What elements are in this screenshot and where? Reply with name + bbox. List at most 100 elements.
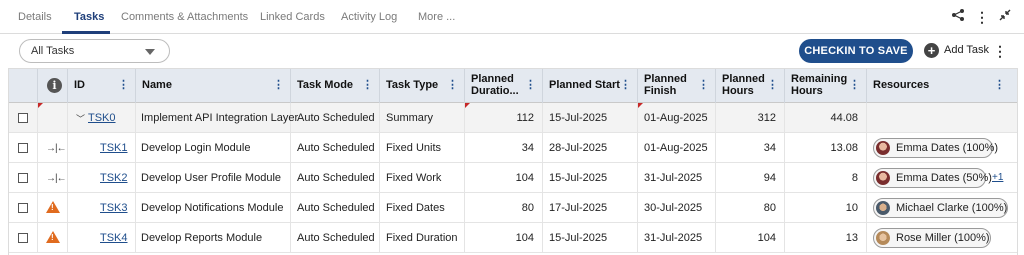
column-header-remaining-hours[interactable]: Remaining Hours ⋮ xyxy=(785,69,867,103)
flag-marker xyxy=(638,103,643,108)
planned-duration: 104 xyxy=(515,232,534,244)
row-checkbox[interactable] xyxy=(18,203,28,213)
column-header-planned-duration[interactable]: Planned Duratio... ⋮ xyxy=(465,69,543,103)
column-menu-icon[interactable]: ⋮ xyxy=(525,78,536,91)
column-menu-icon[interactable]: ⋮ xyxy=(273,78,284,91)
collapse-icon[interactable] xyxy=(996,8,1014,26)
task-id-link[interactable]: TSK4 xyxy=(100,232,128,244)
column-menu-icon[interactable]: ⋮ xyxy=(849,78,860,91)
avatar xyxy=(876,141,890,155)
column-header-planned-hours[interactable]: Planned Hours ⋮ xyxy=(716,69,785,103)
warning-icon[interactable]: ! xyxy=(46,201,60,213)
remaining-hours: 10 xyxy=(845,202,858,214)
task-type: Fixed Units xyxy=(386,142,442,154)
chevron-down-icon xyxy=(145,49,155,55)
tab-linked-cards[interactable]: Linked Cards xyxy=(260,11,325,23)
table-row[interactable]: →|← TSK1 Develop Login Module Auto Sched… xyxy=(9,133,1017,163)
task-id-link[interactable]: TSK3 xyxy=(100,202,128,214)
tab-activity-log[interactable]: Activity Log xyxy=(341,11,397,23)
column-header-planned-finish[interactable]: Planned Finish ⋮ xyxy=(638,69,716,103)
tab-tasks[interactable]: Tasks xyxy=(74,11,104,23)
share-icon[interactable] xyxy=(949,8,967,26)
column-header-id[interactable]: ID ⋮ xyxy=(68,69,136,103)
column-menu-icon[interactable]: ⋮ xyxy=(994,78,1005,91)
plus-circle-icon: + xyxy=(924,43,939,58)
task-name: Develop User Profile Module xyxy=(141,172,282,184)
tasks-grid: i ID ⋮ Name ⋮ Task Mode ⋮ Task Type ⋮ Planne… xyxy=(8,68,1018,255)
table-row[interactable]: →|← TSK2 Develop User Profile Module Aut… xyxy=(9,163,1017,193)
planned-finish: 31-Jul-2025 xyxy=(644,172,703,184)
add-task-label: Add Task xyxy=(944,44,990,56)
planned-hours: 94 xyxy=(763,172,776,184)
toolbar-kebab-icon[interactable]: ⋮ xyxy=(993,42,1007,60)
table-row[interactable]: ! TSK4 Develop Reports Module Auto Sched… xyxy=(9,223,1017,253)
column-header-name[interactable]: Name ⋮ xyxy=(136,69,291,103)
table-row[interactable]: ﹀ TSK0 Implement API Integration Layer A… xyxy=(9,103,1017,133)
active-tab-indicator xyxy=(62,31,110,34)
column-header-resources[interactable]: Resources ⋮ xyxy=(867,69,1017,103)
task-mode: Auto Scheduled xyxy=(297,142,375,154)
tab-details[interactable]: Details xyxy=(18,11,52,23)
task-type: Fixed Duration xyxy=(386,232,458,244)
resource-chip[interactable]: Emma Dates (100%) xyxy=(873,138,998,158)
checkin-to-save-button[interactable]: CHECKIN TO SAVE xyxy=(799,39,913,63)
row-checkbox[interactable] xyxy=(18,113,28,123)
planned-start: 15-Jul-2025 xyxy=(549,172,608,184)
row-checkbox[interactable] xyxy=(18,143,28,153)
planned-finish: 01-Aug-2025 xyxy=(644,112,708,124)
task-type: Fixed Dates xyxy=(386,202,445,214)
planned-hours: 80 xyxy=(763,202,776,214)
task-id-link[interactable]: TSK2 xyxy=(100,172,128,184)
resources-cell: Emma Dates (50%) +1 xyxy=(867,163,1017,193)
task-name: Develop Notifications Module xyxy=(141,202,284,214)
resource-chip[interactable]: Emma Dates (50%) xyxy=(873,168,992,188)
task-id-link[interactable]: TSK0 xyxy=(88,112,116,124)
tab-comments-attachments[interactable]: Comments & Attachments xyxy=(121,11,248,23)
resource-chip[interactable]: Michael Clarke (100%) xyxy=(873,198,1008,218)
planned-duration: 34 xyxy=(521,142,534,154)
column-menu-icon[interactable]: ⋮ xyxy=(362,78,373,91)
expand-caret-icon[interactable]: ﹀ xyxy=(76,112,85,125)
warning-icon[interactable]: ! xyxy=(46,231,60,243)
info-icon: i xyxy=(47,78,62,93)
more-resources-link[interactable]: +1 xyxy=(992,172,1003,183)
column-header-planned-start[interactable]: Planned Start ⋮ xyxy=(543,69,638,103)
planned-finish: 31-Jul-2025 xyxy=(644,232,703,244)
remaining-hours: 8 xyxy=(851,172,858,184)
avatar xyxy=(876,231,890,245)
task-id-link[interactable]: TSK1 xyxy=(100,142,128,154)
planned-start: 15-Jul-2025 xyxy=(549,232,608,244)
task-mode: Auto Scheduled xyxy=(297,112,375,124)
column-menu-icon[interactable]: ⋮ xyxy=(447,78,458,91)
tab-more[interactable]: More ... xyxy=(418,11,455,23)
task-mode: Auto Scheduled xyxy=(297,232,375,244)
planned-hours: 34 xyxy=(763,142,776,154)
task-type: Fixed Work xyxy=(386,172,442,184)
column-menu-icon[interactable]: ⋮ xyxy=(698,78,709,91)
dependency-icon[interactable]: →|← xyxy=(46,173,67,184)
column-header-task-type[interactable]: Task Type ⋮ xyxy=(380,69,465,103)
task-filter-value: All Tasks xyxy=(31,45,75,57)
row-checkbox[interactable] xyxy=(18,233,28,243)
column-header-task-mode[interactable]: Task Mode ⋮ xyxy=(291,69,380,103)
resources-cell[interactable] xyxy=(867,103,1017,133)
remaining-hours: 44.08 xyxy=(830,112,858,124)
task-name: Implement API Integration Layer xyxy=(141,112,299,124)
task-type: Summary xyxy=(386,112,434,124)
column-menu-icon[interactable]: ⋮ xyxy=(767,78,778,91)
dependency-icon[interactable]: →|← xyxy=(46,143,67,154)
task-filter-dropdown[interactable]: All Tasks xyxy=(19,39,170,63)
kebab-icon[interactable]: ⋮ xyxy=(973,8,991,26)
avatar xyxy=(876,201,890,215)
task-mode: Auto Scheduled xyxy=(297,172,375,184)
info-column-header: i xyxy=(38,69,68,103)
resource-chip[interactable]: Rose Miller (100%) xyxy=(873,228,991,248)
column-menu-icon[interactable]: ⋮ xyxy=(620,78,631,91)
planned-start: 17-Jul-2025 xyxy=(549,202,608,214)
table-row[interactable]: ! TSK3 Develop Notifications Module Auto… xyxy=(9,193,1017,223)
flag-marker xyxy=(465,103,470,108)
planned-duration: 80 xyxy=(521,202,534,214)
resources-cell: Rose Miller (100%) xyxy=(867,223,1017,253)
row-checkbox[interactable] xyxy=(18,173,28,183)
column-menu-icon[interactable]: ⋮ xyxy=(118,78,129,91)
